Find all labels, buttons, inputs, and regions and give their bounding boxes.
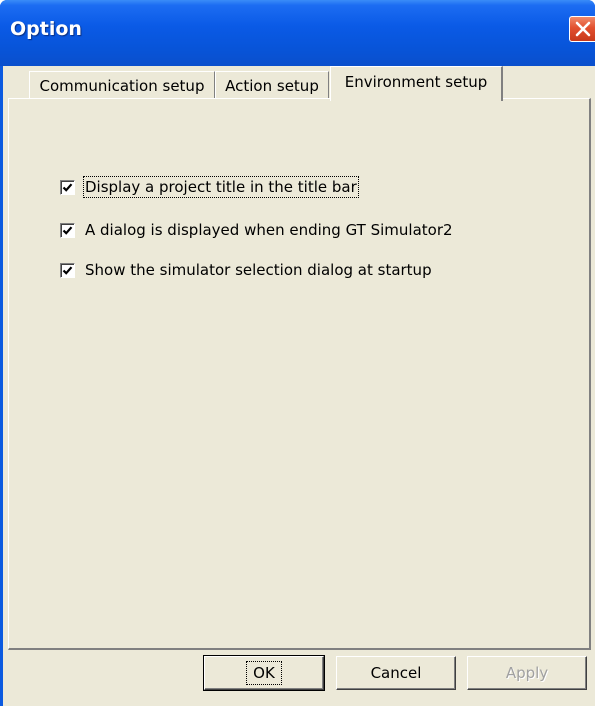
checkbox[interactable] xyxy=(60,262,75,278)
cancel-button-label: Cancel xyxy=(370,664,422,682)
option-show-simulator-selection[interactable]: Show the simulator selection dialog at s… xyxy=(60,259,432,281)
checkbox-label: Display a project title in the title bar xyxy=(83,176,359,198)
option-dialog: Option Communication setup Action setup … xyxy=(0,0,595,706)
cancel-button[interactable]: Cancel xyxy=(336,656,456,690)
option-display-project-title[interactable]: Display a project title in the title bar xyxy=(60,176,359,198)
checkbox[interactable] xyxy=(60,222,75,238)
checkbox[interactable] xyxy=(60,179,75,195)
checkmark-icon xyxy=(62,225,73,235)
apply-button: Apply xyxy=(467,656,587,690)
ok-button-label: OK xyxy=(246,661,282,685)
apply-button-label: Apply xyxy=(505,664,549,682)
option-dialog-on-exit[interactable]: A dialog is displayed when ending GT Sim… xyxy=(60,219,453,241)
window-title: Option xyxy=(10,18,82,40)
checkmark-icon xyxy=(62,265,73,275)
close-button[interactable] xyxy=(569,16,595,42)
ok-button[interactable]: OK xyxy=(203,655,325,691)
tab-communication-setup[interactable]: Communication setup xyxy=(29,71,215,99)
title-bar[interactable]: Option xyxy=(0,0,595,66)
tab-panel-environment-setup: Display a project title in the title bar… xyxy=(8,98,591,650)
checkmark-icon xyxy=(62,182,73,192)
tab-environment-setup[interactable]: Environment setup xyxy=(330,66,503,101)
dialog-client-area: Communication setup Action setup Environ… xyxy=(3,66,595,706)
tab-action-setup[interactable]: Action setup xyxy=(215,71,329,99)
checkbox-label: A dialog is displayed when ending GT Sim… xyxy=(85,221,453,239)
checkbox-label: Show the simulator selection dialog at s… xyxy=(85,261,432,279)
